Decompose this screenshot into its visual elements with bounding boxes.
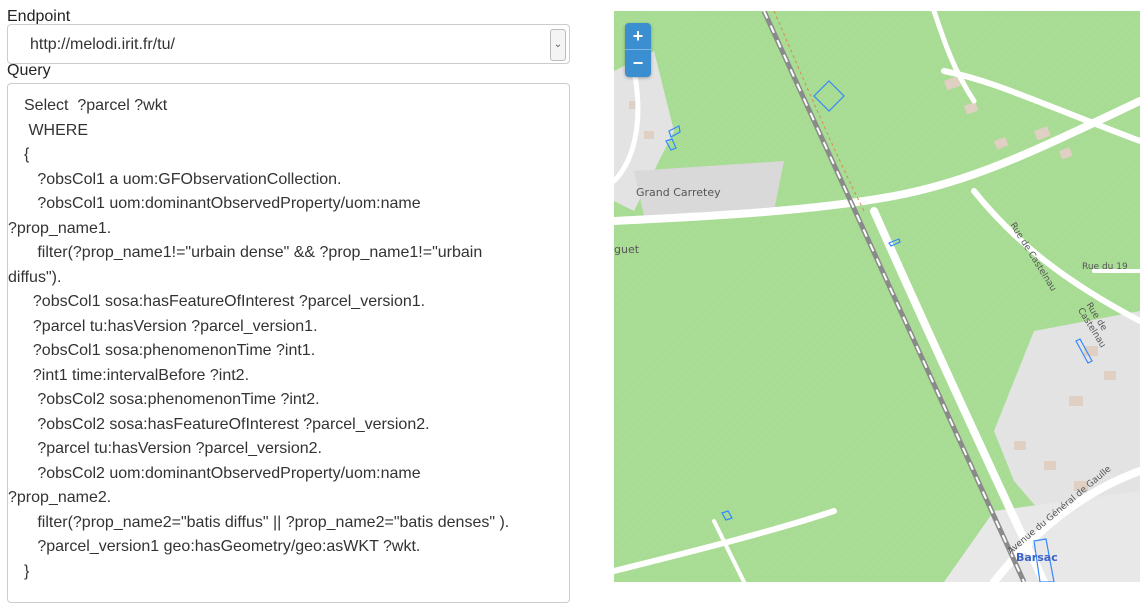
query-line: ?obsCol2 uom:dominantObservedProperty/uo… [24,464,421,482]
endpoint-value: http://melodi.irit.fr/tu/ [30,36,175,53]
query-label: Query [7,62,51,79]
query-line: ?obsCol1 uom:dominantObservedProperty/uo… [24,195,421,212]
map-tiles [614,11,1140,582]
query-line: ?parcel_version1 geo:hasGeometry/geo:asW… [24,538,421,555]
query-line: ?prop_name2. [8,489,112,506]
street-label-rue-du: Rue du 19 [1082,262,1128,272]
query-line: ?obsCol2 sosa:hasFeatureOfInterest ?parc… [24,415,430,433]
zoom-control: + − [625,23,651,77]
query-line: ?obsCol2 sosa:phenomenonTime ?int2. [24,391,320,408]
query-line: ?int1 time:intervalBefore ?int2. [24,366,250,384]
query-line: ?obsCol1 sosa:hasFeatureOfInterest ?parc… [24,293,426,310]
place-label-grand-carretey: Grand Carretey [636,186,721,199]
query-line: diffus"). [8,268,62,286]
chevron-down-icon[interactable]: ⌄ [550,29,566,61]
query-line: } [24,562,30,580]
query-line: WHERE [24,121,88,139]
query-line: ?obsCol1 sosa:phenomenonTime ?int1. [24,342,316,359]
zoom-in-button[interactable]: + [625,23,651,49]
place-label-town: Barsac [1016,551,1058,564]
endpoint-select[interactable]: http://melodi.irit.fr/tu/ ⌄ [7,24,570,64]
query-textarea[interactable]: Select ?parcel ?wkt WHERE { ?obsCol1 a uo… [7,83,570,603]
zoom-out-button[interactable]: − [625,50,651,76]
query-line: ?obsCol1 a uom:GFObservationCollection. [24,170,342,188]
query-line: Select ?parcel ?wkt [24,97,168,114]
query-line: filter(?prop_name2="batis diffus" || ?pr… [24,513,510,531]
map-view[interactable]: Grand Carretey guet Rue de Castelnau Rue… [614,11,1140,582]
query-line: { [24,146,30,163]
query-line: filter(?prop_name1!="urbain dense" && ?p… [24,244,483,261]
query-line: ?parcel tu:hasVersion ?parcel_version2. [24,440,322,457]
query-line: ?parcel tu:hasVersion ?parcel_version1. [24,317,318,335]
place-label-guet: guet [614,243,640,256]
query-line: ?prop_name1. [8,219,112,237]
